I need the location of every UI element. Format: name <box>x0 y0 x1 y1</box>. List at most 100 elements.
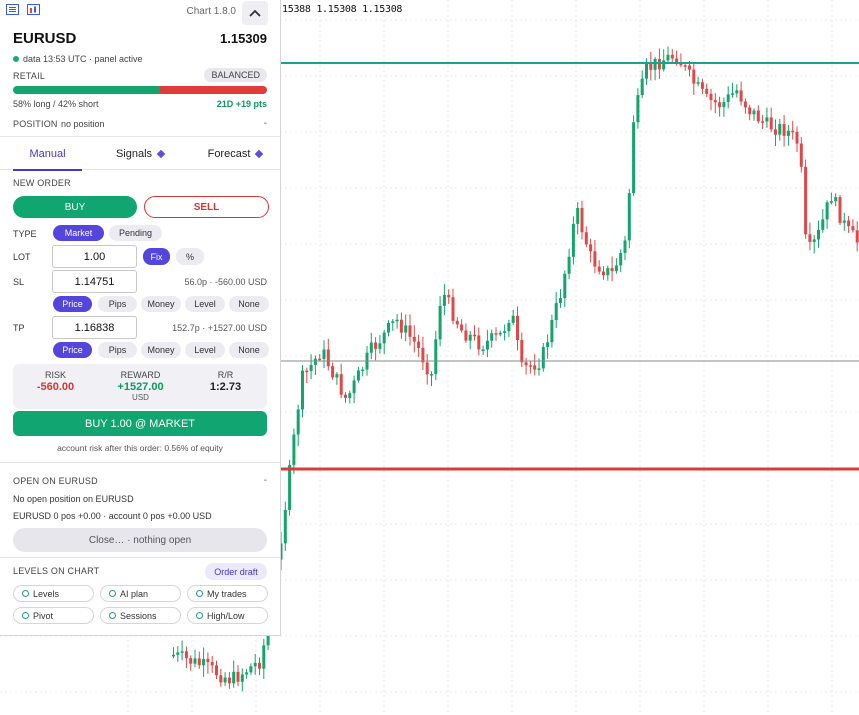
candle-body <box>705 88 709 94</box>
tab-manual[interactable]: Manual <box>13 137 82 171</box>
candle-body <box>554 303 558 321</box>
candle-body <box>735 90 739 94</box>
candle-body <box>481 349 485 351</box>
sl-mode-price[interactable]: Price <box>53 296 92 312</box>
candle-body <box>507 322 511 332</box>
candle-body <box>786 130 790 136</box>
candle-body <box>313 358 317 365</box>
lot-input[interactable]: 1.00 <box>52 245 137 268</box>
candle-body <box>696 82 700 84</box>
candle-body <box>369 342 373 353</box>
candle-body <box>318 358 322 361</box>
chip-pivot[interactable]: Pivot <box>13 607 94 624</box>
collapse-panel-button[interactable] <box>242 1 268 25</box>
tp-mode-none[interactable]: None <box>229 342 269 358</box>
no-open-text: No open position on EURUSD <box>13 494 134 504</box>
chart-window-icon[interactable] <box>27 4 40 15</box>
chip-high-low[interactable]: High/Low <box>187 607 268 624</box>
candle-body <box>387 322 390 333</box>
candle-body <box>589 244 593 252</box>
candle-body <box>825 202 829 220</box>
tp-note: 152.7p · +1527.00 USD <box>172 323 267 333</box>
candle-body <box>688 65 691 70</box>
lot-percent-toggle[interactable]: % <box>176 248 204 265</box>
candle-body <box>232 671 236 684</box>
sl-mode-money[interactable]: Money <box>141 296 181 312</box>
chip-sessions[interactable]: Sessions <box>100 607 181 624</box>
sentiment-long-fill <box>13 86 161 94</box>
tab-forecast-label: Forecast <box>207 147 251 160</box>
order-summary: RISK -560.00 REWARD +1527.00 USD R/R 1:2… <box>13 364 267 409</box>
tp-mode-pips[interactable]: Pips <box>98 342 137 358</box>
candle-body <box>782 123 786 136</box>
chip-ai-plan[interactable]: AI plan <box>100 585 181 602</box>
candle-body <box>348 393 352 398</box>
candle-body <box>657 58 661 70</box>
buy-button[interactable]: BUY <box>13 196 137 218</box>
rr-summary: R/R 1:2.73 <box>193 370 258 393</box>
candle-body <box>503 331 507 333</box>
candle-body <box>421 347 425 363</box>
lot-fix-toggle[interactable]: Fix <box>143 248 170 265</box>
sl-input[interactable]: 1.14751 <box>52 270 137 293</box>
candle-body <box>361 369 365 372</box>
candle-body <box>636 95 640 123</box>
diamond-icon <box>156 149 166 158</box>
candle-body <box>184 651 188 659</box>
sl-mode-pips[interactable]: Pips <box>98 296 137 312</box>
candle-body <box>739 90 743 102</box>
candle-body <box>834 197 838 202</box>
candle-body <box>546 342 550 348</box>
candle-body <box>649 63 653 70</box>
candle-body <box>761 121 765 123</box>
tp-input[interactable]: 1.16838 <box>52 316 137 339</box>
tp-mode-level[interactable]: Level <box>185 342 225 358</box>
tab-forecast[interactable]: Forecast <box>196 137 274 170</box>
chip-pivot-label: Pivot <box>33 610 54 621</box>
tp-mode-money[interactable]: Money <box>141 342 181 358</box>
candle-body <box>352 380 356 394</box>
circle-icon <box>196 612 203 619</box>
tp-label: TP <box>13 323 25 333</box>
sell-button[interactable]: SELL <box>144 196 269 218</box>
candle-body <box>541 347 545 369</box>
chip-levels[interactable]: Levels <box>13 585 94 602</box>
tp-mode-price[interactable]: Price <box>53 342 92 358</box>
reward-label: REWARD <box>120 370 161 380</box>
buy-market-button[interactable]: BUY 1.00 @ MARKET <box>13 411 267 436</box>
list-icon[interactable] <box>6 4 19 15</box>
candle-body <box>172 654 175 657</box>
candle-body <box>610 268 614 272</box>
candle-body <box>249 666 253 673</box>
candle-body <box>206 658 210 663</box>
risk-value: -560.00 <box>36 381 75 393</box>
circle-icon <box>196 590 203 597</box>
type-pending-toggle[interactable]: Pending <box>109 225 162 241</box>
candle-body <box>855 230 859 243</box>
order-draft-button[interactable]: Order draft <box>205 563 267 580</box>
mode-tabs: Manual Signals Forecast <box>0 136 280 171</box>
sl-mode-none[interactable]: None <box>229 296 269 312</box>
type-market-toggle[interactable]: Market <box>53 225 104 241</box>
tab-signals[interactable]: Signals <box>104 137 176 170</box>
account-summary: EURUSD 0 pos +0.00 · account 0 pos +0.00… <box>13 511 212 521</box>
candle-body <box>550 320 554 343</box>
candle-body <box>494 333 498 335</box>
candle-body <box>524 362 528 366</box>
candle-body <box>331 366 335 378</box>
candle-body <box>425 362 429 375</box>
sl-label: SL <box>13 277 25 287</box>
candle-body <box>374 342 378 349</box>
candle-body <box>640 78 644 96</box>
candle-body <box>593 251 597 267</box>
chip-levels-label: Levels <box>33 588 60 599</box>
sl-mode-level[interactable]: Level <box>185 296 225 312</box>
open-dash: - <box>263 475 267 486</box>
candle-body <box>765 117 769 122</box>
chip-my-trades[interactable]: My trades <box>187 585 268 602</box>
circle-icon <box>22 590 29 597</box>
close-position-button[interactable]: Close… · nothing open <box>13 528 267 552</box>
sl-note: 56.0p · -560.00 USD <box>184 277 267 287</box>
ohlc-readout: 15388 1.15308 1.15308 <box>282 4 403 15</box>
diamond-icon <box>255 149 264 158</box>
